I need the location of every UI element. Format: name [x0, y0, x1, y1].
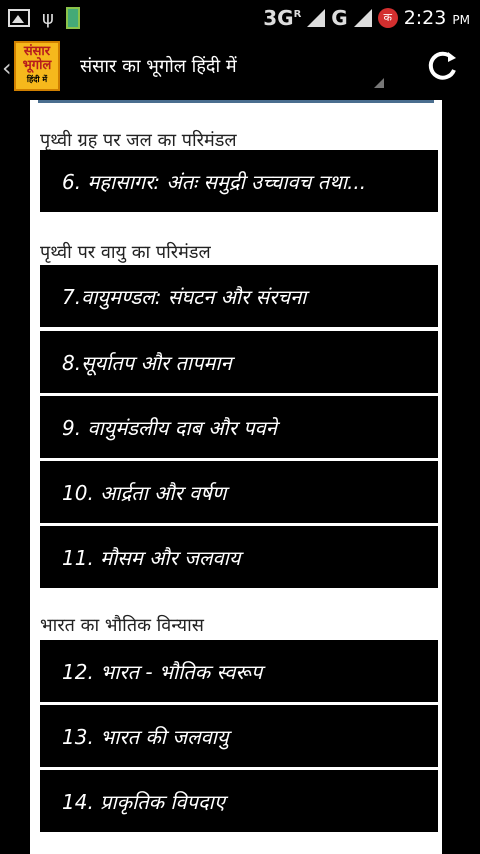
list-item[interactable]: 12. भारत - भौतिक स्वरूप: [40, 640, 438, 702]
notification-icon: क: [377, 8, 398, 28]
list-item[interactable]: 6. महासागर: अंतः समुद्री उच्चावच तथा...: [40, 150, 438, 212]
list-item[interactable]: 14. प्राकृतिक विपदाए: [40, 770, 438, 832]
dropdown-indicator-icon[interactable]: [374, 78, 384, 88]
list-item[interactable]: 13. भारत की जलवायु: [40, 705, 438, 767]
usb-icon: ψ: [42, 7, 54, 29]
signal-icon-2: [353, 9, 372, 27]
list-item[interactable]: 11. मौसम और जलवाय: [40, 526, 438, 588]
list-item[interactable]: 8.सूर्यातप और तापमान: [40, 331, 438, 393]
signal-icon: [307, 9, 326, 27]
list-item[interactable]: 9. वायुमंडलीय दाब और पवने: [40, 396, 438, 458]
refresh-icon[interactable]: [420, 44, 464, 88]
section-heading: भारत का भौतिक विन्यास: [40, 613, 438, 643]
status-bar: ψ 3GR G क 2:23 PM: [0, 0, 480, 36]
list-item[interactable]: 7.वायुमण्डल: संघटन और संरचना: [40, 265, 438, 327]
clock: 2:23 PM: [403, 7, 470, 29]
app-logo[interactable]: संसार भूगोल हिंदी में: [14, 41, 60, 91]
image-icon: [8, 9, 30, 27]
back-chevron-icon[interactable]: ‹: [2, 54, 12, 82]
battery-icon: [65, 7, 80, 29]
top-divider: [38, 100, 434, 103]
list-item[interactable]: 10. आर्द्रता और वर्षण: [40, 461, 438, 523]
action-bar: ‹ संसार भूगोल हिंदी में संसार का भूगोल ह…: [0, 36, 480, 100]
app-title: संसार का भूगोल हिंदी में: [80, 56, 237, 77]
network-type: 3GR: [263, 6, 302, 30]
network-type-2: G: [331, 6, 348, 30]
